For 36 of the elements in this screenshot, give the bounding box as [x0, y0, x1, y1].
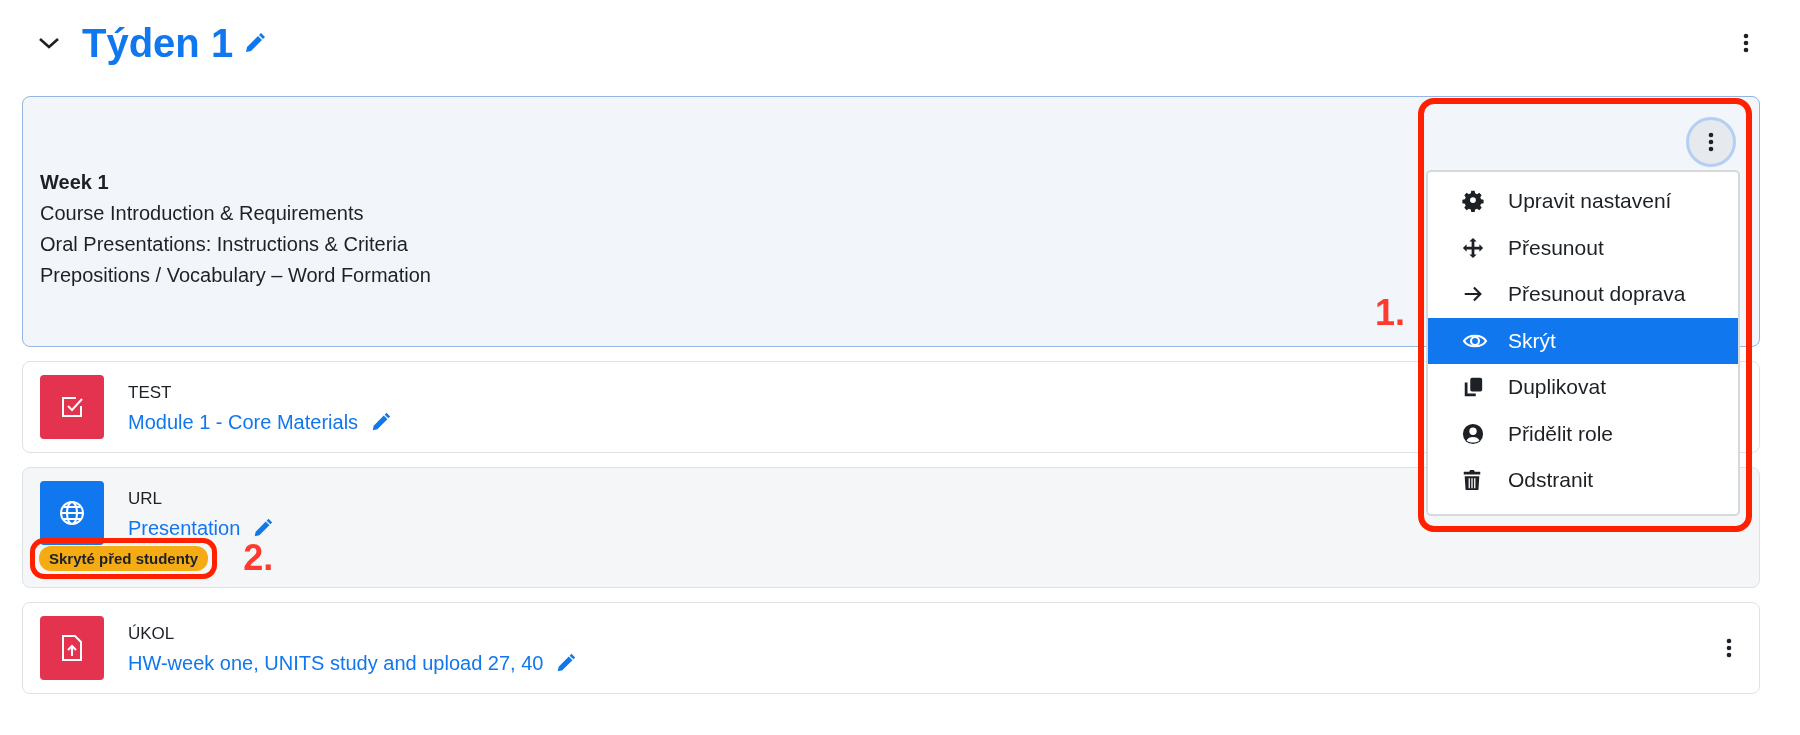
- pencil-icon[interactable]: [252, 517, 275, 539]
- more-icon[interactable]: [1742, 32, 1750, 54]
- menu-item[interactable]: Přesunout: [1428, 224, 1738, 271]
- menu-item[interactable]: Přidělit role: [1428, 410, 1738, 457]
- more-icon: [1707, 131, 1715, 153]
- annotation-number: 1.: [1375, 292, 1406, 334]
- file-upload-icon: [40, 616, 104, 680]
- pencil-icon[interactable]: [243, 31, 268, 55]
- globe-icon: [40, 481, 104, 545]
- menu-item[interactable]: Duplikovat: [1428, 364, 1738, 411]
- menu-item[interactable]: Přesunout doprava: [1428, 271, 1738, 318]
- menu-item[interactable]: Skrýt: [1428, 317, 1738, 364]
- checkbox-icon: [40, 375, 104, 439]
- activity-type: ÚKOL: [128, 622, 176, 645]
- move-icon: [1462, 236, 1484, 259]
- summary-line: Course Introduction & Requirements: [40, 201, 365, 226]
- section-title[interactable]: Týden 1: [82, 20, 234, 66]
- annotation-number: 2.: [243, 537, 274, 579]
- activity-link[interactable]: Module 1 - Core Materials: [128, 410, 359, 434]
- gear-icon: [1462, 190, 1484, 213]
- summary-line: Prepositions / Vocabulary – Word Formation: [40, 263, 431, 288]
- copy-icon: [1462, 376, 1484, 399]
- trash-icon: [1462, 469, 1482, 492]
- activity-link[interactable]: Presentation: [128, 516, 241, 540]
- activity-type: TEST: [128, 381, 173, 404]
- summary-line: Oral Presentations: Instructions & Criteria: [40, 232, 409, 257]
- menu-item[interactable]: Odstranit: [1428, 457, 1738, 504]
- activity-type: URL: [128, 487, 163, 510]
- menu-item[interactable]: Upravit nastavení: [1428, 178, 1738, 225]
- activity-link[interactable]: HW-week one, UNITS study and upload 27, 40: [128, 651, 544, 675]
- hidden-badge: Skryté před studenty: [39, 545, 209, 571]
- user-icon: [1462, 422, 1484, 445]
- pencil-icon[interactable]: [555, 652, 578, 674]
- summary-heading: Week 1: [40, 170, 110, 195]
- pencil-icon[interactable]: [370, 411, 393, 433]
- more-icon[interactable]: [1725, 637, 1733, 659]
